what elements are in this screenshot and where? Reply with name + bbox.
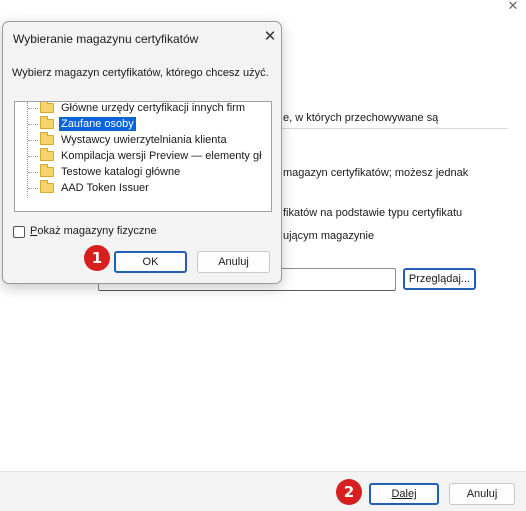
tree-item[interactable]: Zaufane osoby: [15, 116, 255, 132]
tree-connector: [28, 140, 38, 141]
dialog-prompt: Wybierz magazyn certyfikatów, którego ch…: [12, 67, 269, 79]
checkbox-box[interactable]: [13, 226, 25, 238]
dialog-cancel-button[interactable]: Anuluj: [197, 251, 270, 273]
folder-icon: [40, 148, 54, 161]
folder-icon: [40, 102, 54, 113]
browse-button[interactable]: Przeglądaj...: [403, 268, 476, 290]
dialog-title: Wybieranie magazynu certyfikatów: [13, 32, 199, 46]
tree-connector: [28, 124, 38, 125]
folder-icon: [40, 180, 54, 193]
wizard-stores-text: e, w których przechowywane są: [283, 112, 439, 124]
step-1-badge: 1: [84, 245, 110, 271]
certificate-store-tree[interactable]: Główne urzędy certyfikacji innych firm Za…: [14, 101, 272, 212]
tree-item-label: Zaufane osoby: [58, 116, 137, 132]
folder-icon: [40, 116, 54, 129]
tree-item-label: Testowe katalogi główne: [61, 166, 181, 178]
tree-connector: [28, 172, 38, 173]
tree-item-label: Kompilacja wersji Preview — elementy gł: [61, 150, 262, 162]
show-physical-stores-label: Pokaż magazyny fizyczne: [30, 225, 157, 237]
wizard-footer: [0, 471, 526, 511]
tree-item[interactable]: Kompilacja wersji Preview — elementy gł: [15, 148, 262, 164]
step-2-badge: 2: [336, 479, 362, 505]
wizard-divider: [278, 128, 508, 129]
select-certificate-store-dialog: Wybieranie magazynu certyfikatów ✕ Wybie…: [2, 21, 282, 284]
tree-connector: [28, 108, 38, 109]
tree-item[interactable]: Testowe katalogi główne: [15, 164, 255, 180]
wizard-auto-select-option: fikatów na podstawie typu certyfikatu: [283, 207, 463, 219]
next-button[interactable]: Dalej: [369, 483, 439, 505]
wizard-place-option: ującym magazynie: [283, 230, 375, 242]
tree-item-label: AAD Token Issuer: [61, 182, 149, 194]
folder-icon: [40, 164, 54, 177]
tree-item[interactable]: Główne urzędy certyfikacji innych firm: [15, 102, 255, 116]
tree-connector: [28, 188, 38, 189]
tree-item[interactable]: AAD Token Issuer: [15, 180, 255, 196]
wizard-close-icon[interactable]: ✕: [500, 0, 526, 18]
dialog-close-icon[interactable]: ✕: [261, 28, 279, 46]
tree-item-label: Główne urzędy certyfikacji innych firm: [61, 102, 246, 114]
wizard-cancel-button[interactable]: Anuluj: [449, 483, 515, 505]
wizard-auto-select-text: magazyn certyfikatów; możesz jednak: [283, 167, 469, 179]
tree-item[interactable]: Wystawcy uwierzytelniania klienta: [15, 132, 255, 148]
next-button-label: Dalej: [391, 488, 417, 500]
tree-item-label: Wystawcy uwierzytelniania klienta: [61, 134, 227, 146]
ok-button[interactable]: OK: [114, 251, 187, 273]
tree-connector: [28, 156, 38, 157]
folder-icon: [40, 132, 54, 145]
